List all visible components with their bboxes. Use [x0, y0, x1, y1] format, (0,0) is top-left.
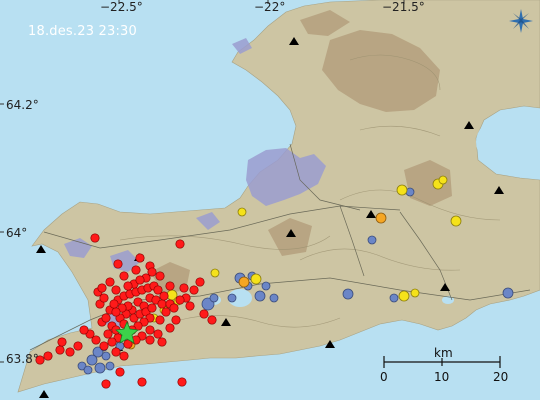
- quake-marker: [165, 281, 175, 291]
- quake-marker: [105, 277, 115, 287]
- lon-label: −21.5°: [382, 0, 425, 14]
- lat-label: 63.8°: [6, 352, 39, 366]
- quake-marker: [57, 337, 67, 347]
- lat-label: 64.2°: [6, 98, 39, 112]
- quake-marker: [119, 271, 129, 281]
- lake-3: [476, 120, 520, 164]
- quake-marker: [155, 271, 165, 281]
- map-view[interactable]: −22.5° −22° −21.5° 64.2° 64° 63.8° 18.de…: [0, 0, 540, 400]
- quake-marker: [90, 233, 100, 243]
- quake-marker: [123, 281, 133, 291]
- quake-marker: [389, 293, 399, 303]
- scale-tick: 20: [493, 370, 509, 384]
- quake-marker: [210, 268, 220, 278]
- scale-unit: km: [434, 346, 453, 360]
- quake-marker: [111, 285, 121, 295]
- quake-marker: [79, 325, 89, 335]
- quake-marker: [161, 307, 171, 317]
- quake-marker: [227, 293, 237, 303]
- quake-marker: [73, 341, 83, 351]
- quake-marker: [107, 337, 117, 347]
- lon-label: −22.5°: [100, 0, 143, 14]
- scale-tick: 10: [434, 370, 450, 384]
- quake-marker: [43, 351, 53, 361]
- quake-marker: [147, 303, 157, 313]
- quake-marker: [105, 361, 115, 371]
- quake-marker: [65, 347, 75, 357]
- quake-marker: [367, 235, 377, 245]
- quake-marker: [171, 315, 181, 325]
- quake-marker: [250, 273, 262, 285]
- quake-marker: [175, 239, 185, 249]
- quake-marker: [101, 313, 111, 323]
- quake-marker: [169, 303, 179, 313]
- quake-marker: [111, 307, 121, 317]
- quake-marker: [113, 259, 123, 269]
- quake-marker: [101, 379, 111, 389]
- quake-marker: [189, 285, 199, 295]
- quake-marker: [179, 283, 189, 293]
- quake-marker: [157, 337, 167, 347]
- quake-marker: [83, 365, 93, 375]
- quake-marker: [86, 354, 98, 366]
- quake-marker: [175, 295, 185, 305]
- quake-marker: [111, 347, 121, 357]
- quake-marker: [101, 351, 111, 361]
- quake-marker: [145, 335, 155, 345]
- quake-marker: [153, 329, 163, 339]
- quake-marker: [94, 362, 106, 374]
- map-canvas: [0, 0, 540, 400]
- quake-marker: [185, 301, 195, 311]
- quake-marker: [261, 281, 271, 291]
- quake-marker: [396, 184, 408, 196]
- quake-marker: [165, 323, 175, 333]
- quake-marker: [131, 265, 141, 275]
- quake-marker: [155, 315, 165, 325]
- compass-star-icon: [509, 9, 533, 33]
- quake-marker: [398, 290, 410, 302]
- quake-marker: [502, 287, 514, 299]
- quake-marker: [55, 345, 65, 355]
- quake-marker: [438, 175, 448, 185]
- quake-marker: [147, 267, 157, 277]
- quake-marker: [207, 315, 217, 325]
- quake-marker: [137, 377, 147, 387]
- quake-marker: [254, 290, 266, 302]
- quake-marker: [269, 293, 279, 303]
- quake-marker: [115, 367, 125, 377]
- quake-marker: [238, 276, 250, 288]
- quake-marker: [177, 377, 187, 387]
- quake-marker: [103, 329, 113, 339]
- quake-marker: [145, 325, 155, 335]
- map-timestamp: 18.des.23 23:30: [28, 24, 137, 39]
- scale-tick: 0: [380, 370, 388, 384]
- lon-label: −22°: [254, 0, 286, 14]
- quake-marker: [450, 215, 462, 227]
- quake-marker: [209, 293, 219, 303]
- quake-marker: [375, 212, 387, 224]
- quake-marker: [99, 341, 109, 351]
- quake-marker: [159, 291, 169, 301]
- quake-marker: [199, 309, 209, 319]
- quake-marker: [119, 351, 129, 361]
- quake-marker: [410, 288, 420, 298]
- quake-marker: [97, 283, 107, 293]
- quake-marker: [342, 288, 354, 300]
- quake-marker: [237, 207, 247, 217]
- quake-marker: [157, 299, 167, 309]
- lat-label: 64°: [6, 226, 28, 240]
- quake-marker: [109, 299, 119, 309]
- quake-marker: [135, 275, 145, 285]
- quake-marker: [135, 253, 145, 263]
- quake-marker: [195, 277, 205, 287]
